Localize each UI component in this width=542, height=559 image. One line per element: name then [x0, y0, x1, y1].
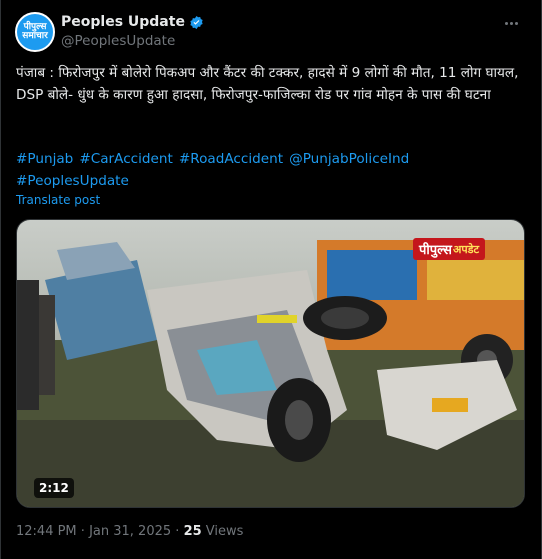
tweet-text: पंजाब : फिरोजपुर में बोलेरो पिकअप और कैं… [16, 65, 519, 103]
hashtag-link[interactable]: #RoadAccident [179, 151, 283, 167]
hashtag-link[interactable]: #Punjab [16, 151, 73, 167]
account-names: Peoples Update @PeoplesUpdate [61, 14, 204, 49]
meta-separator: · [175, 524, 180, 539]
watermark-sub-text: अपडेट [452, 242, 480, 256]
post-time[interactable]: 12:44 PM [16, 524, 77, 539]
account-handle[interactable]: @PeoplesUpdate [61, 33, 204, 49]
post-date[interactable]: Jan 31, 2025 [89, 524, 171, 539]
tweet-header: पीपुल्स समाचार Peoples Update @PeoplesUp… [15, 12, 527, 52]
mention-link[interactable]: @PunjabPoliceInd [289, 151, 409, 167]
channel-watermark: पीपुल्स अपडेट [413, 238, 486, 260]
views-label: Views [205, 524, 244, 539]
tweet-card: पीपुल्स समाचार Peoples Update @PeoplesUp… [0, 0, 542, 559]
watermark-main-text: पीपुल्स [419, 243, 452, 258]
verified-badge-icon [189, 15, 204, 30]
hashtag-list: #Punjab #CarAccident #RoadAccident @PunjabP… [16, 148, 521, 192]
translate-post-link[interactable]: Translate post [16, 193, 100, 207]
video-frame-image [17, 220, 524, 507]
more-options-icon[interactable] [499, 14, 523, 32]
avatar-logo-text: पीपुल्स समाचार [22, 22, 48, 41]
tweet-meta: 12:44 PM · Jan 31, 2025 · 25 Views [16, 524, 243, 539]
video-player[interactable]: पीपुल्स अपडेट 2:12 [16, 219, 525, 508]
display-name[interactable]: Peoples Update [61, 14, 185, 30]
video-duration: 2:12 [34, 478, 74, 498]
hashtag-link[interactable]: #CarAccident [79, 151, 173, 167]
views-count: 25 [183, 524, 202, 539]
meta-separator: · [80, 524, 85, 539]
avatar[interactable]: पीपुल्स समाचार [15, 12, 55, 52]
hashtag-link[interactable]: #PeoplesUpdate [16, 173, 129, 189]
